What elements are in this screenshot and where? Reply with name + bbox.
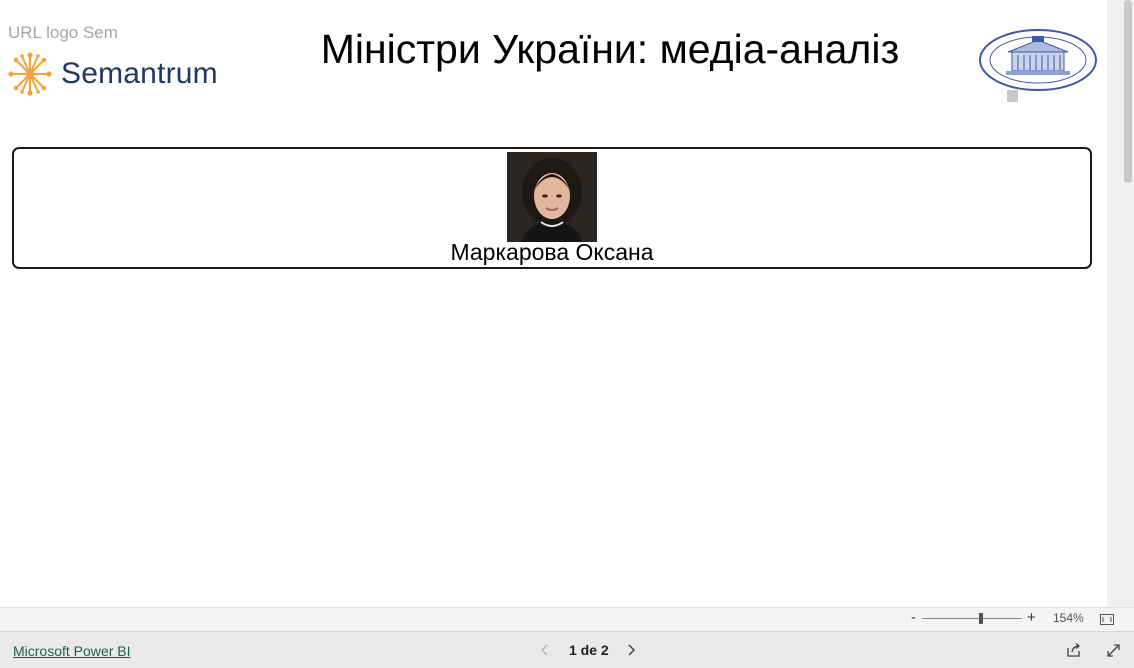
page-title: Міністри України: медіа-аналіз — [320, 26, 900, 72]
minister-photo — [507, 152, 597, 242]
zoom-slider-thumb[interactable] — [979, 613, 983, 624]
brand-name: Semantrum — [61, 57, 218, 90]
zoom-bar — [0, 607, 1134, 631]
share-icon[interactable] — [1066, 642, 1082, 663]
cabinet-of-ministers-seal-icon — [978, 28, 1100, 109]
chevron-right-icon[interactable] — [626, 643, 636, 662]
zoom-level: 154% — [1053, 611, 1084, 625]
footer-bar — [0, 631, 1134, 668]
expand-icon[interactable] — [1106, 643, 1121, 663]
zoom-slider[interactable] — [922, 618, 1022, 619]
minister-name: Маркарова Оксана — [450, 239, 654, 265]
fit-to-page-icon[interactable] — [1100, 612, 1114, 630]
scrollbar-thumb[interactable] — [1124, 0, 1132, 183]
powerbi-link[interactable]: Microsoft Power BI — [13, 643, 130, 659]
zoom-in-button[interactable]: + — [1027, 609, 1036, 626]
chevron-left-icon[interactable] — [540, 643, 550, 662]
zoom-out-button[interactable]: - — [911, 609, 916, 626]
report-canvas: URL logo Sem Semantrum Міністри України:… — [0, 0, 1107, 607]
logo-url-text: URL logo Sem — [8, 23, 118, 42]
sun-burst-logo-icon — [7, 52, 53, 96]
minister-card[interactable]: Маркарова Оксана — [12, 147, 1092, 269]
semantrum-logo: Semantrum — [7, 52, 218, 96]
page-indicator: 1 de 2 — [569, 642, 609, 658]
